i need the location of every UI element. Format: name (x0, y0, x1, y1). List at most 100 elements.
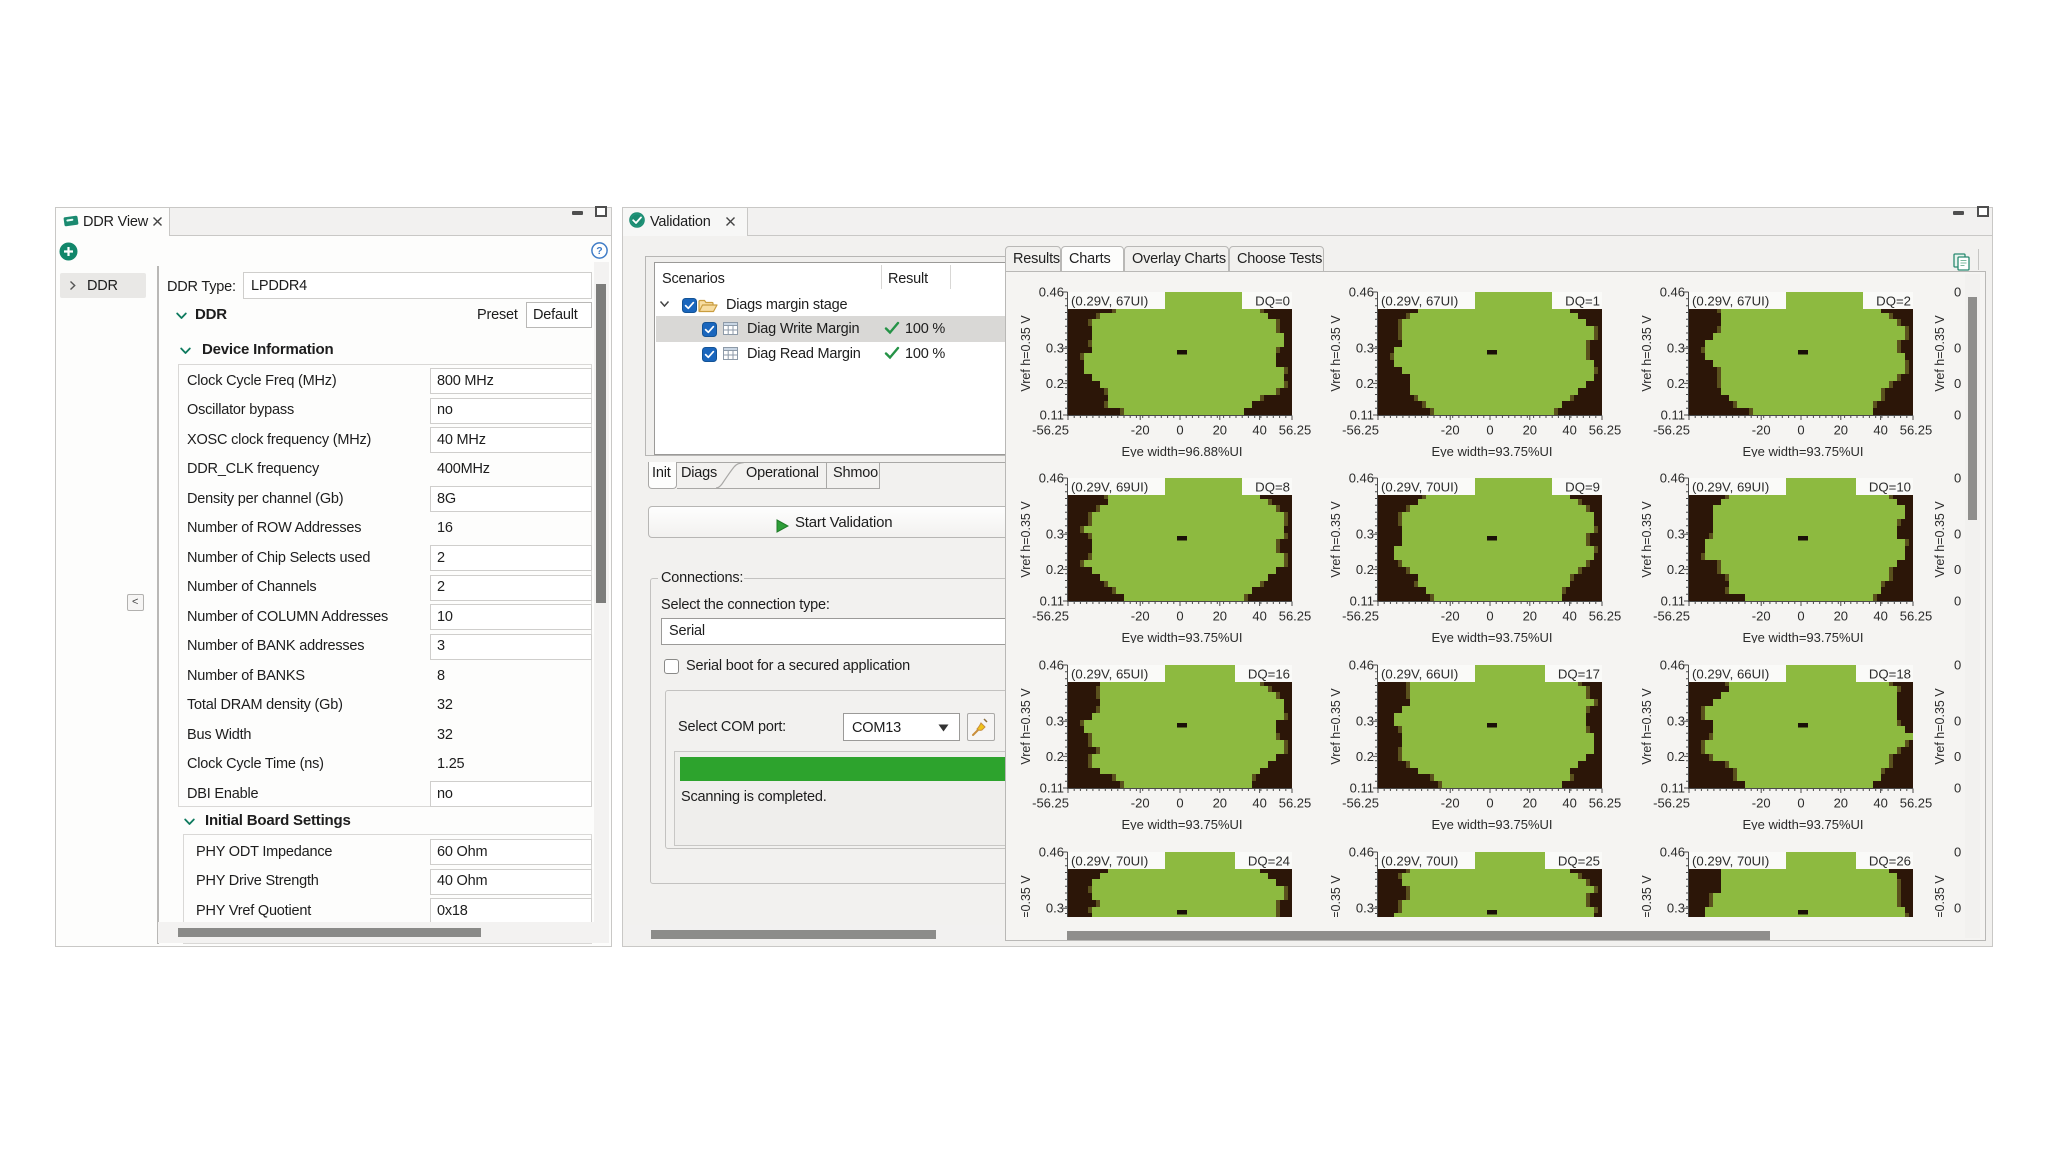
svg-text:56.25: 56.25 (1589, 796, 1622, 811)
svg-text:(0.29V, 70UI): (0.29V, 70UI) (1381, 854, 1458, 869)
svg-text:DQ=18: DQ=18 (1869, 667, 1911, 682)
svg-text:56.25: 56.25 (1900, 423, 1933, 438)
svg-text:0.2: 0.2 (1046, 562, 1064, 577)
svg-text:DQ=0: DQ=0 (1255, 294, 1290, 309)
svg-text:20: 20 (1523, 609, 1537, 624)
svg-text:0.2: 0.2 (1046, 376, 1064, 391)
svg-text:20: 20 (1834, 796, 1848, 811)
svg-text:0.46: 0.46 (1039, 658, 1064, 673)
svg-text:DQ=2: DQ=2 (1876, 294, 1911, 309)
svg-text:0.3: 0.3 (1356, 341, 1374, 356)
svg-text:0.3: 0.3 (1356, 901, 1374, 916)
svg-text:0.3: 0.3 (1667, 341, 1685, 356)
svg-text:-56.25: -56.25 (1342, 609, 1379, 624)
svg-text:0: 0 (1954, 714, 1961, 729)
svg-text:0: 0 (1954, 562, 1961, 577)
svg-text:0: 0 (1954, 376, 1961, 391)
svg-text:DQ=26: DQ=26 (1869, 854, 1911, 869)
svg-text:0: 0 (1954, 341, 1961, 356)
svg-text:DQ=8: DQ=8 (1255, 480, 1290, 495)
svg-text:0.3: 0.3 (1046, 714, 1064, 729)
svg-text:40: 40 (1873, 609, 1887, 624)
svg-text:0.2: 0.2 (1356, 562, 1374, 577)
svg-text:DQ=24: DQ=24 (1248, 854, 1290, 869)
svg-text:56.25: 56.25 (1900, 796, 1933, 811)
svg-text:Eye width=96.88%UI: Eye width=96.88%UI (1121, 444, 1242, 457)
svg-text:0.2: 0.2 (1356, 376, 1374, 391)
svg-text:(0.29V, 65UI): (0.29V, 65UI) (1071, 667, 1148, 682)
svg-text:Vref h=0.35 V: Vref h=0.35 V (1933, 688, 1947, 765)
svg-text:0.46: 0.46 (1349, 845, 1374, 860)
svg-text:0.3: 0.3 (1046, 527, 1064, 542)
svg-text:56.25: 56.25 (1589, 609, 1622, 624)
svg-text:0.11: 0.11 (1661, 408, 1685, 423)
svg-text:DQ=17: DQ=17 (1558, 667, 1600, 682)
svg-text:Vref h=0.35 V: Vref h=0.35 V (1640, 501, 1654, 578)
svg-text:0.3: 0.3 (1667, 714, 1685, 729)
svg-text:0: 0 (1954, 527, 1961, 542)
svg-text:-56.25: -56.25 (1653, 609, 1690, 624)
svg-text:DQ=16: DQ=16 (1248, 667, 1290, 682)
svg-text:0: 0 (1954, 408, 1961, 423)
svg-text:(0.29V, 70UI): (0.29V, 70UI) (1381, 480, 1458, 495)
svg-text:0.2: 0.2 (1356, 749, 1374, 764)
svg-text:Eye width=93.75%UI: Eye width=93.75%UI (1431, 630, 1552, 643)
svg-text:0.46: 0.46 (1039, 845, 1064, 860)
svg-text:0.2: 0.2 (1667, 562, 1685, 577)
svg-text:56.25: 56.25 (1900, 609, 1933, 624)
svg-text:0.11: 0.11 (1040, 594, 1064, 609)
svg-text:20: 20 (1523, 423, 1537, 438)
svg-text:20: 20 (1523, 796, 1537, 811)
svg-text:0: 0 (1954, 781, 1961, 796)
svg-text:0: 0 (1176, 423, 1183, 438)
svg-text:(0.29V, 69UI): (0.29V, 69UI) (1071, 480, 1148, 495)
svg-text:-20: -20 (1131, 796, 1150, 811)
svg-text:0.2: 0.2 (1667, 749, 1685, 764)
svg-text:0.3: 0.3 (1667, 901, 1685, 916)
svg-text:20: 20 (1834, 423, 1848, 438)
svg-text:Vref h=0.35 V: Vref h=0.35 V (1329, 688, 1343, 765)
svg-text:Eye width=93.75%UI: Eye width=93.75%UI (1742, 817, 1863, 830)
svg-text:40: 40 (1873, 423, 1887, 438)
svg-text:0.46: 0.46 (1349, 658, 1374, 673)
svg-text:(0.29V, 70UI): (0.29V, 70UI) (1071, 854, 1148, 869)
svg-text:Vref h=0.35 V: Vref h=0.35 V (1019, 315, 1033, 392)
svg-text:0.46: 0.46 (1660, 471, 1685, 486)
svg-text:-20: -20 (1131, 423, 1150, 438)
svg-text:0.3: 0.3 (1356, 714, 1374, 729)
svg-text:Eye width=93.75%UI: Eye width=93.75%UI (1121, 817, 1242, 830)
svg-text:Eye width=93.75%UI: Eye width=93.75%UI (1742, 630, 1863, 643)
svg-text:0.3: 0.3 (1667, 527, 1685, 542)
svg-text:Vref h=0.35 V: Vref h=0.35 V (1329, 315, 1343, 392)
svg-text:Vref h=0.35 V: Vref h=0.35 V (1933, 315, 1947, 392)
svg-text:0: 0 (1954, 658, 1961, 673)
svg-text:40: 40 (1252, 796, 1266, 811)
svg-text:-56.25: -56.25 (1342, 796, 1379, 811)
svg-text:-56.25: -56.25 (1032, 609, 1069, 624)
svg-text:-20: -20 (1131, 609, 1150, 624)
svg-text:0.11: 0.11 (1661, 594, 1685, 609)
svg-text:(0.29V, 66UI): (0.29V, 66UI) (1692, 667, 1769, 682)
svg-text:0: 0 (1954, 471, 1961, 486)
svg-text:-20: -20 (1441, 796, 1460, 811)
svg-text:0.11: 0.11 (1350, 781, 1374, 796)
svg-text:0: 0 (1486, 796, 1493, 811)
svg-text:(0.29V, 69UI): (0.29V, 69UI) (1692, 480, 1769, 495)
svg-text:(0.29V, 66UI): (0.29V, 66UI) (1381, 667, 1458, 682)
svg-text:0.46: 0.46 (1660, 845, 1685, 860)
svg-text:56.25: 56.25 (1589, 423, 1622, 438)
svg-text:(0.29V, 67UI): (0.29V, 67UI) (1071, 294, 1148, 309)
svg-text:0.3: 0.3 (1046, 341, 1064, 356)
svg-text:40: 40 (1252, 423, 1266, 438)
svg-text:(0.29V, 67UI): (0.29V, 67UI) (1692, 294, 1769, 309)
svg-text:(0.29V, 70UI): (0.29V, 70UI) (1692, 854, 1769, 869)
svg-text:0.11: 0.11 (1661, 781, 1685, 796)
svg-text:DQ=9: DQ=9 (1565, 480, 1600, 495)
svg-text:Eye width=93.75%UI: Eye width=93.75%UI (1121, 630, 1242, 643)
svg-text:DQ=25: DQ=25 (1558, 854, 1600, 869)
svg-text:Eye width=93.75%UI: Eye width=93.75%UI (1742, 444, 1863, 457)
svg-text:-56.25: -56.25 (1653, 796, 1690, 811)
svg-text:40: 40 (1562, 796, 1576, 811)
svg-text:DQ=10: DQ=10 (1869, 480, 1911, 495)
svg-text:0.46: 0.46 (1660, 285, 1685, 300)
